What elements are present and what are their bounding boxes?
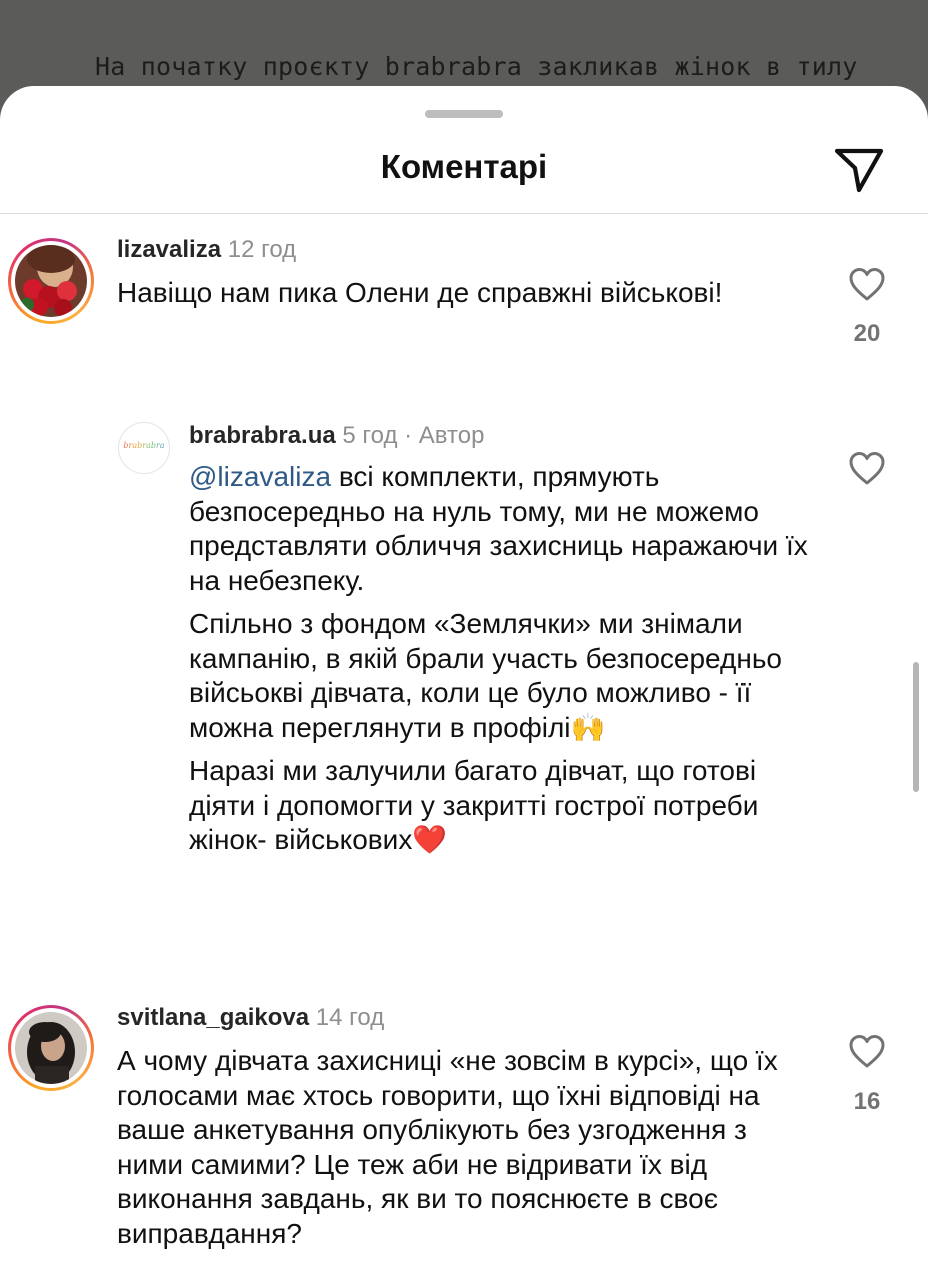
like-button[interactable] xyxy=(847,1033,887,1069)
post-caption: На початку проєкту brabrabra закликав жі… xyxy=(95,52,858,81)
heart-outline-icon xyxy=(849,452,885,485)
sheet-title: Коментарі xyxy=(380,148,548,185)
like-count: 16 xyxy=(853,1088,881,1115)
heart-outline-icon xyxy=(849,1035,885,1068)
heart-outline-icon xyxy=(849,268,885,301)
comment-text: А чому дівчата захисниці «не зовсім в ку… xyxy=(117,1045,778,1249)
avatar-photo xyxy=(15,245,87,317)
send-paper-plane-icon[interactable] xyxy=(830,141,888,199)
brand-avatar[interactable]: brabrabra xyxy=(118,422,170,474)
comment-username[interactable]: brabrabra.ua xyxy=(189,422,336,449)
mention-link[interactable]: @lizavaliza xyxy=(189,461,331,492)
scrollbar[interactable] xyxy=(913,662,919,792)
avatar[interactable] xyxy=(8,1005,94,1091)
avatar-photo xyxy=(15,1012,87,1084)
comment-paragraph: Наразі ми залучили багато дівчат, що гот… xyxy=(189,755,759,855)
like-button[interactable] xyxy=(847,450,887,486)
comment-paragraph: Спільно з фондом «Землячки» ми знімали к… xyxy=(189,608,782,743)
comment-username[interactable]: svitlana_gaikova xyxy=(117,1004,309,1031)
sheet-header: Коментарі xyxy=(0,126,928,214)
comment-time: 14 год xyxy=(315,1004,385,1031)
comment-time: 12 год xyxy=(227,236,297,263)
brand-logo: brabrabra xyxy=(119,441,169,450)
comment-time: 5 год xyxy=(342,422,398,449)
comment-username[interactable]: lizavaliza xyxy=(117,236,221,263)
avatar[interactable] xyxy=(8,238,94,324)
like-count: 20 xyxy=(853,320,881,347)
sheet-grabber[interactable] xyxy=(425,110,503,118)
author-badge: · Автор xyxy=(404,422,485,449)
comments-sheet: Коментарі lizavaliza 12 год Навіщо нам п… xyxy=(0,86,928,1280)
comment-text: Навіщо нам пика Олени де справжні військ… xyxy=(117,277,723,308)
comment-paragraph: @lizavaliza всі комплекти, прямують безп… xyxy=(189,461,808,596)
like-button[interactable] xyxy=(847,266,887,302)
